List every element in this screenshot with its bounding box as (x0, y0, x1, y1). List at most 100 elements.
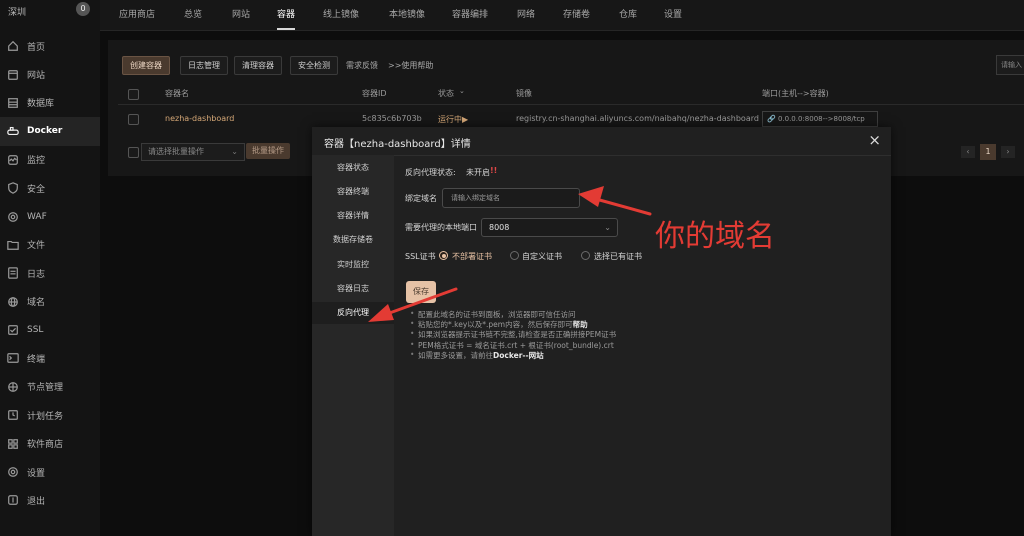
sidebar-item-label: 设置 (27, 468, 46, 479)
tab-4[interactable]: 线上镜像 (323, 0, 359, 30)
sidebar-item-gear[interactable]: 设置 (0, 458, 100, 486)
docker-icon (6, 124, 20, 138)
modal-menu-item-4[interactable]: 实时监控 (312, 254, 394, 276)
proxy-status-label: 反向代理状态: (405, 168, 456, 177)
help-link[interactable]: 帮助 (573, 320, 588, 329)
sidebar-item-shield[interactable]: 安全 (0, 174, 100, 202)
modal-menu-item-5[interactable]: 容器日志 (312, 278, 394, 300)
pager-current-page[interactable]: 1 (980, 144, 996, 160)
ssl-radio-existing[interactable] (581, 251, 590, 260)
col-image: 镜像 (516, 89, 532, 98)
tab-0[interactable]: 应用商店 (119, 0, 155, 30)
status-running[interactable]: 运行中▶ (438, 114, 468, 125)
modal-menu-item-3[interactable]: 数据存储卷 (312, 229, 394, 251)
tab-10[interactable]: 设置 (664, 0, 682, 30)
status-sort-icon[interactable]: ⌄ (459, 87, 465, 95)
chevron-down-icon: ⌄ (231, 147, 238, 156)
local-port-select[interactable]: 8008 ⌄ (481, 218, 618, 237)
monitor-icon (6, 153, 20, 167)
waf-icon (6, 210, 20, 224)
sidebar-item-waf[interactable]: WAF (0, 202, 100, 230)
ssl-option-none[interactable]: 不部署证书 (452, 251, 492, 262)
clean-container-button[interactable]: 清理容器 (234, 56, 282, 75)
docker-site-link[interactable]: Docker--网站 (493, 351, 544, 360)
tab-9[interactable]: 仓库 (619, 0, 637, 30)
modal-menu-item-0[interactable]: 容器状态 (312, 157, 394, 179)
log-manage-button[interactable]: 日志管理 (180, 56, 228, 75)
port-mapping[interactable]: 🔗 0.0.0.0:8008-->8008/tcp (762, 111, 878, 127)
sidebar-item-clock[interactable]: 计划任务 (0, 401, 100, 429)
sidebar-item-label: Docker (27, 126, 63, 137)
sidebar-item-folder[interactable]: 文件 (0, 231, 100, 259)
tab-3[interactable]: 容器 (277, 0, 296, 30)
container-name-link[interactable]: nezha-dashboard (165, 114, 234, 123)
modal-menu-item-6[interactable]: 反向代理 (312, 302, 394, 324)
sidebar-item-docker[interactable]: Docker (0, 117, 100, 146)
help-text: 如需更多设置，请前往 (418, 350, 493, 360)
batch-select[interactable]: 请选择批量操作 ⌄ (141, 143, 245, 161)
domain-icon (6, 295, 20, 309)
proxy-status-value: 未开启 (466, 168, 490, 177)
tab-8[interactable]: 存储卷 (563, 0, 590, 30)
col-id: 容器ID (362, 89, 387, 98)
row-checkbox[interactable] (128, 114, 139, 125)
modal-header: 容器【nezha-dashboard】详情 × (312, 127, 891, 156)
sidebar-item-label: 监控 (27, 156, 46, 167)
local-port-value: 8008 (489, 223, 510, 232)
notification-badge[interactable]: 0 (76, 2, 90, 16)
help-item: 如需更多设置，请前往Docker--网站 (410, 350, 870, 360)
ssl-option-existing[interactable]: 选择已有证书 (594, 251, 642, 262)
feedback-link[interactable]: 需求反馈 (346, 60, 378, 71)
sidebar-item-globe[interactable]: 网站 (0, 60, 100, 88)
sidebar-item-label: 域名 (27, 298, 46, 309)
proxy-status-warning: !! (490, 166, 498, 175)
clock-icon (6, 408, 20, 422)
sidebar-item-terminal[interactable]: 终端 (0, 344, 100, 372)
modal-menu-item-1[interactable]: 容器终端 (312, 181, 394, 203)
ssl-option-custom[interactable]: 自定义证书 (522, 251, 562, 262)
tab-6[interactable]: 容器编排 (452, 0, 488, 30)
sidebar-item-store[interactable]: 软件商店 (0, 429, 100, 457)
sidebar: 深圳 0 首页 网站 数据库 Docker 监控 安全 WAF 文件 日志 域名 SSL 终端 节点管理… (0, 0, 100, 536)
security-check-button[interactable]: 安全检测 (290, 56, 338, 75)
ssl-radio-none[interactable] (439, 251, 448, 260)
sidebar-item-label: 退出 (27, 496, 46, 507)
col-status[interactable]: 状态 (438, 88, 454, 99)
sidebar-item-logout[interactable]: 退出 (0, 486, 100, 514)
help-link[interactable]: >>使用帮助 (388, 60, 433, 71)
help-item: 配置此域名的证书到面板，浏览器即可信任访问 (410, 309, 870, 319)
sidebar-item-log[interactable]: 日志 (0, 259, 100, 287)
chevron-down-icon: ⌄ (604, 223, 611, 232)
tab-7[interactable]: 网络 (517, 0, 535, 30)
ssl-radio-custom[interactable] (510, 251, 519, 260)
tab-5[interactable]: 本地镜像 (389, 0, 425, 30)
modal-side-menu: 容器状态 容器终端 容器详情 数据存储卷实时监控 容器日志 反向代理 (312, 155, 394, 536)
store-icon (6, 437, 20, 451)
sidebar-item-node[interactable]: 节点管理 (0, 373, 100, 401)
close-icon[interactable]: × (868, 132, 881, 148)
tab-2[interactable]: 网站 (232, 0, 250, 30)
batch-checkbox[interactable] (128, 147, 139, 158)
search-input[interactable]: 请输入 (996, 55, 1024, 75)
modal-menu-item-2[interactable]: 容器详情 (312, 205, 394, 227)
log-icon (6, 266, 20, 280)
create-container-button[interactable]: 创建容器 (122, 56, 170, 75)
port-mapping-text: 0.0.0.0:8008-->8008/tcp (777, 115, 865, 123)
select-all-checkbox[interactable] (128, 89, 139, 100)
sidebar-item-database[interactable]: 数据库 (0, 89, 100, 117)
node-icon (6, 380, 20, 394)
pager-prev-button[interactable]: ‹ (961, 146, 975, 158)
save-button[interactable]: 保存 (406, 281, 436, 303)
pager-next-button[interactable]: › (1001, 146, 1015, 158)
sidebar-item-home[interactable]: 首页 (0, 32, 100, 60)
batch-action-button[interactable]: 批量操作 (246, 143, 290, 159)
image-name: registry.cn-shanghai.aliyuncs.com/naibah… (516, 114, 759, 123)
tab-1[interactable]: 总览 (184, 0, 202, 30)
help-item: PEM格式证书 = 域名证书.crt + 根证书(root_bundle).cr… (410, 340, 870, 350)
sidebar-item-ssl[interactable]: SSL (0, 316, 100, 344)
sidebar-item-label: 日志 (27, 269, 46, 280)
domain-input[interactable]: 请输入绑定域名 (442, 188, 580, 208)
help-item: 粘贴您的*.key以及*.pem内容，然后保存即可帮助 (410, 319, 870, 329)
sidebar-item-monitor[interactable]: 监控 (0, 146, 100, 174)
sidebar-item-domain[interactable]: 域名 (0, 288, 100, 316)
